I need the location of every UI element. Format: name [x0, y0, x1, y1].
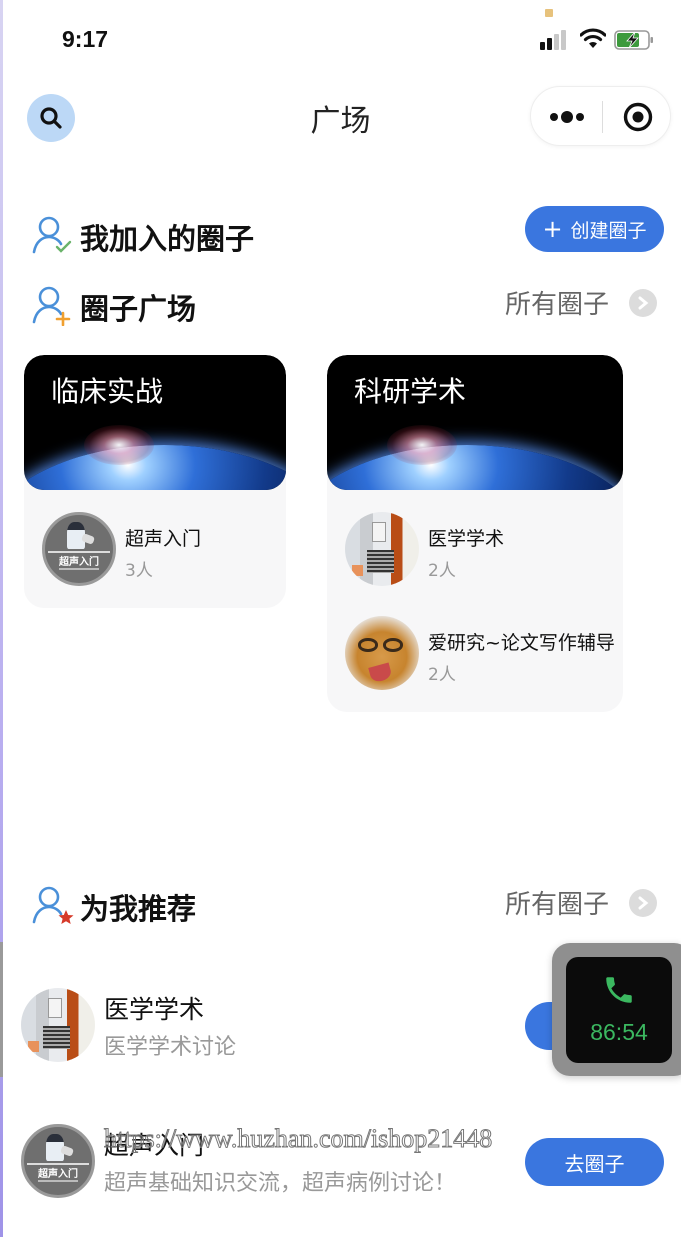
- recommend-title: 为我推荐: [80, 892, 197, 926]
- recommend-header: 为我推荐 所有圈子: [0, 882, 681, 932]
- circle-name: 医学学术: [104, 995, 205, 1024]
- circle-member-count: 2人: [428, 665, 456, 685]
- category-title: 科研学术: [354, 375, 467, 408]
- category-title: 临床实战: [51, 375, 164, 408]
- target-circle-icon: [623, 102, 652, 132]
- circle-avatar: 超声入门: [42, 512, 116, 586]
- go-to-circle-button[interactable]: 去圈子: [525, 1138, 664, 1186]
- privacy-indicator-dot: [545, 9, 553, 17]
- user-star-icon: [32, 886, 74, 924]
- status-bar: 9:17: [0, 0, 681, 80]
- circle-list-item[interactable]: 医学学术 2人: [327, 498, 623, 602]
- recommend-list-item[interactable]: 超声入门 超声入门 超声基础知识交流，超声病例讨论！ 去圈子: [0, 1124, 681, 1224]
- status-time: 9:17: [62, 26, 109, 52]
- circle-name: 医学学术: [428, 528, 505, 550]
- circle-name: 爱研究~论文写作辅导: [428, 632, 615, 654]
- circle-member-count: 3人: [125, 561, 153, 581]
- all-circles-label: 所有圈子: [504, 290, 609, 320]
- circle-avatar: [21, 988, 95, 1062]
- floating-call-widget[interactable]: 86:54: [552, 943, 681, 1076]
- circle-plaza-title: 圈子广场: [80, 292, 197, 326]
- circle-name: 超声入门: [104, 1131, 205, 1160]
- avatar-logo-text: 超声入门: [59, 557, 99, 569]
- more-menu-button[interactable]: [531, 87, 602, 147]
- category-banner: 临床实战: [24, 355, 286, 490]
- chevron-right-icon: [629, 288, 657, 317]
- create-circle-button[interactable]: + 创建圈子: [525, 206, 664, 252]
- circle-name: 超声入门: [125, 528, 202, 550]
- category-card[interactable]: 临床实战 超声入门 超声入门 3人: [24, 355, 286, 608]
- chevron-right-icon: [629, 888, 657, 917]
- battery-charging-icon: [614, 30, 653, 50]
- all-circles-link[interactable]: 所有圈子: [505, 284, 657, 321]
- all-circles-label: 所有圈子: [504, 890, 609, 920]
- circle-member-count: 2人: [428, 561, 456, 581]
- earth-image: [24, 445, 286, 490]
- plus-icon: +: [542, 215, 563, 243]
- phone-icon: [606, 977, 632, 1003]
- circle-plaza-header: 圈子广场 所有圈子: [0, 282, 681, 332]
- circle-avatar: [345, 512, 419, 586]
- circle-avatar: 超声入门: [21, 1124, 95, 1198]
- sun-flare-image: [387, 425, 457, 465]
- joined-circles-title: 我加入的圈子: [80, 222, 255, 256]
- cellular-signal-icon: [540, 30, 574, 50]
- more-dots-icon: [575, 113, 584, 121]
- user-check-icon: [32, 216, 72, 254]
- call-timer: 86:54: [590, 1019, 648, 1045]
- wifi-icon: [580, 28, 606, 48]
- circle-list-item[interactable]: 爱研究~论文写作辅导 2人: [327, 602, 623, 706]
- circle-description: 医学学术讨论: [104, 1035, 237, 1060]
- user-add-icon: [32, 286, 71, 326]
- close-miniprogram-button[interactable]: [603, 87, 672, 147]
- all-circles-link[interactable]: 所有圈子: [505, 884, 657, 921]
- circle-list-item[interactable]: 超声入门 超声入门 3人: [24, 498, 286, 602]
- category-banner: 科研学术: [327, 355, 623, 490]
- more-dots-icon: [560, 111, 573, 123]
- category-card[interactable]: 科研学术 医学学术 2人 爱研究~论文写作辅导 2人: [327, 355, 623, 712]
- circle-avatar: [345, 616, 419, 690]
- sun-flare-image: [84, 425, 154, 465]
- avatar-logo-text: 超声入门: [38, 1169, 78, 1181]
- more-dots-icon: [549, 113, 558, 121]
- circle-description: 超声基础知识交流，超声病例讨论！: [104, 1171, 457, 1196]
- navigation-bar: 广场: [0, 80, 681, 155]
- create-circle-label: 创建圈子: [570, 219, 647, 242]
- joined-circles-header: 我加入的圈子 + 创建圈子: [0, 206, 681, 262]
- miniprogram-capsule: [530, 86, 671, 146]
- earth-image: [327, 445, 623, 490]
